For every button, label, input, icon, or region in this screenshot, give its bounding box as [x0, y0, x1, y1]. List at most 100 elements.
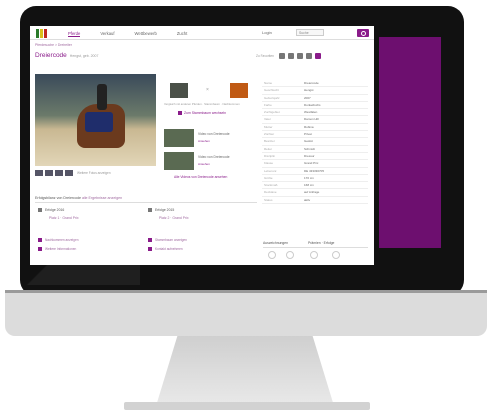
thumbnail[interactable]: [45, 170, 53, 176]
info-row: Name Dreiercode: [262, 80, 368, 88]
trophy-icon: [38, 208, 42, 213]
video-thumbnail[interactable]: [164, 129, 194, 147]
awards-heading: Auszeichnungen: [263, 241, 289, 245]
action-icons: Zu Favoriten: [256, 53, 321, 59]
page-subtitle: Hengst, geb. 2007: [69, 54, 99, 58]
monitor-mockup: Pferde Verkauf Wettbewerb Zucht Login Su…: [0, 0, 487, 413]
info-key: Stockmaß: [264, 183, 278, 188]
info-value: Privat: [304, 132, 312, 137]
info-key: Lebensnr.: [264, 168, 278, 173]
info-value: Grand Prix: [304, 161, 319, 166]
video-tag[interactable]: Ansehen: [198, 139, 210, 143]
more-info-link-label: Weitere Informationen: [45, 247, 77, 251]
award-icon[interactable]: [310, 251, 318, 259]
print-icon[interactable]: [287, 53, 294, 59]
nav-item-wettbewerb[interactable]: Wettbewerb: [135, 31, 157, 37]
thumbnails-caption[interactable]: Weitere Fotos anzeigen: [77, 171, 111, 175]
award-icon[interactable]: [286, 251, 294, 259]
monitor-chin: [5, 290, 487, 336]
main-nav: Pferde Verkauf Wettbewerb Zucht: [68, 31, 187, 37]
info-row: Stockmaß 168 cm: [262, 182, 368, 190]
awards-divider: [263, 247, 368, 248]
search-field-label: Suche: [299, 31, 309, 35]
contact-link[interactable]: Kontakt aufnehmen: [148, 247, 183, 252]
search-field[interactable]: Suche: [296, 29, 324, 36]
video-title[interactable]: Video von Dreiercode: [198, 132, 230, 136]
photo-thumbnails: [35, 170, 73, 176]
bookmark-icon[interactable]: [305, 53, 312, 59]
info-key: Disziplin: [264, 153, 276, 158]
search-icon[interactable]: [357, 29, 369, 37]
nav-item-pferde[interactable]: Pferde: [68, 31, 81, 37]
info-row: Größe 170 cm: [262, 175, 368, 183]
info-value: 2007: [304, 95, 311, 100]
login-link[interactable]: Login: [262, 30, 272, 35]
thumbnail[interactable]: [55, 170, 63, 176]
offspring-link-label: Nachkommen anzeigen: [45, 238, 79, 242]
awards-heading-2: Prämien · Erfolge: [308, 241, 335, 245]
section-link[interactable]: alle Ergebnisse anzeigen: [82, 196, 122, 200]
info-key: Status: [264, 197, 273, 202]
award-icon[interactable]: [268, 251, 276, 259]
info-key: Decktaxe: [264, 190, 277, 195]
section-heading: Erfolgsbilanz von Dreiercode alle Ergebn…: [35, 196, 122, 200]
info-value: auf Anfrage: [304, 190, 320, 195]
info-value: Hengst: [304, 88, 314, 93]
video-tag[interactable]: Ansehen: [198, 162, 210, 166]
result-detail[interactable]: Platz 2 · Grand Prix: [155, 216, 189, 220]
info-key: Farbe: [264, 102, 272, 107]
all-videos-link[interactable]: Alle Videos von Dreiercode ansehen: [174, 175, 227, 179]
pedigree-small-link[interactable]: Stammbaum anzeigen: [148, 238, 187, 243]
info-key: Mutter: [264, 124, 273, 129]
main-photo[interactable]: [35, 74, 156, 166]
monitor-stand-neck: [156, 336, 334, 406]
pedigree-link[interactable]: Zum Stammbaum wechseln: [178, 111, 226, 115]
page-title: Dreiercode Hengst, geb. 2007: [35, 52, 98, 59]
info-value: Gestüt: [304, 139, 313, 144]
logo-stripe: [36, 29, 39, 38]
result-group[interactable]: Erfolge 2015: [148, 208, 175, 213]
thumbnail[interactable]: [65, 170, 73, 176]
nav-item-verkauf[interactable]: Verkauf: [100, 31, 114, 37]
logo-stripe: [44, 29, 47, 38]
thumbnail[interactable]: [35, 170, 43, 176]
site-logo[interactable]: [36, 29, 50, 38]
info-row: Mutter Rubina: [262, 124, 368, 132]
monitor-chin-edge: [5, 290, 487, 293]
mail-icon[interactable]: [296, 53, 303, 59]
info-key: Reiter: [264, 146, 273, 151]
info-row: Geburtsjahr 2007: [262, 95, 368, 102]
more-icon[interactable]: [314, 53, 321, 59]
compare-image-2[interactable]: [230, 83, 248, 98]
monitor-stand-base: [124, 402, 370, 410]
info-value: Dressur: [304, 153, 315, 158]
info-row: Reiter Schmidt: [262, 146, 368, 153]
result-detail[interactable]: Platz 1 · Grand Prix: [45, 216, 79, 220]
offspring-link[interactable]: Nachkommen anzeigen: [38, 238, 79, 243]
info-key: Name: [264, 81, 273, 85]
info-value: Westfalen: [304, 110, 318, 115]
info-row: Klasse Grand Prix: [262, 160, 368, 168]
info-value: Schmidt: [304, 146, 315, 151]
award-icon[interactable]: [332, 251, 340, 259]
compare-image-1[interactable]: [170, 83, 188, 98]
nav-item-zucht[interactable]: Zucht: [177, 31, 187, 37]
info-key: Klasse: [264, 161, 274, 166]
info-key: Zuchtgebiet: [264, 110, 280, 115]
breadcrumb[interactable]: Pferdesuche > Dreireiter: [35, 43, 72, 47]
logo-stripe: [40, 29, 43, 38]
share-icon[interactable]: [278, 53, 285, 59]
trophy-icon: [148, 208, 152, 213]
info-row: Geschlecht Hengst: [262, 87, 368, 95]
more-info-link[interactable]: Weitere Informationen: [38, 247, 77, 252]
info-row: Zuchtgebiet Westfalen: [262, 109, 368, 117]
result-group-title: Erfolge 2015: [155, 208, 175, 212]
video-thumbnail[interactable]: [164, 152, 194, 170]
result-group[interactable]: Erfolge 2016: [38, 208, 64, 213]
info-value: aktiv: [304, 197, 311, 202]
video-title[interactable]: Video von Dreiercode: [198, 155, 230, 159]
result-detail-text: Platz 2 · Grand Prix: [159, 216, 189, 220]
favorite-label: Zu Favoriten: [256, 54, 274, 58]
info-value: DE 433330705: [304, 168, 325, 173]
info-key: Züchter: [264, 132, 275, 137]
